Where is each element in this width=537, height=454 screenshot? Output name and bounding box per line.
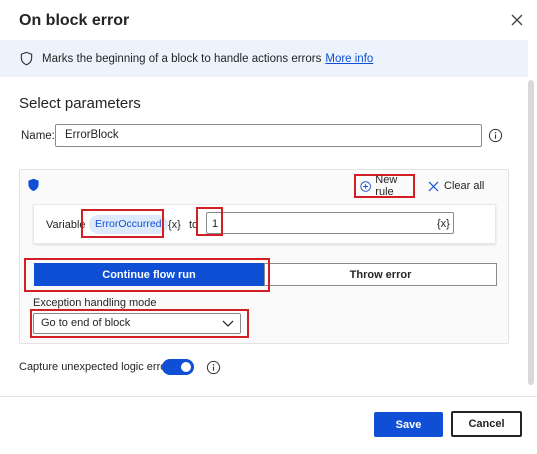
new-rule-label: New rule (375, 174, 398, 198)
info-icon[interactable] (206, 360, 221, 375)
scrollbar[interactable] (528, 80, 534, 385)
clear-all-button[interactable]: Clear all (428, 180, 484, 192)
to-value-highlight (196, 207, 223, 236)
exception-handling-label: Exception handling mode (33, 297, 157, 309)
shield-icon (20, 51, 33, 66)
variable-x-button[interactable]: {x} (168, 219, 181, 231)
name-input[interactable]: ErrorBlock (55, 124, 482, 147)
continue-highlight (24, 258, 270, 292)
toggle-knob (181, 362, 191, 372)
section-title: Select parameters (19, 95, 141, 112)
shield-icon (28, 178, 39, 192)
on-block-error-dialog: On block error Marks the beginning of a … (0, 0, 537, 454)
info-text: Marks the beginning of a block to handle… (42, 52, 322, 65)
info-bar: Marks the beginning of a block to handle… (0, 40, 528, 77)
capture-errors-toggle[interactable] (162, 359, 194, 375)
variable-highlight (81, 209, 164, 238)
close-icon (428, 181, 439, 191)
dropdown-highlight (30, 309, 249, 338)
more-info-link[interactable]: More info (325, 53, 373, 65)
capture-errors-label: Capture unexpected logic errors (19, 361, 176, 373)
add-circle-icon (360, 180, 371, 192)
to-x-button[interactable]: {x} (437, 218, 450, 230)
cancel-button[interactable]: Cancel (451, 411, 522, 437)
throw-error-button[interactable]: Throw error (264, 263, 497, 286)
save-button[interactable]: Save (374, 412, 443, 437)
variable-label: Variable (46, 219, 86, 231)
name-label: Name: (21, 130, 55, 142)
dialog-title: On block error (19, 12, 130, 29)
to-value-input[interactable] (206, 212, 454, 234)
info-icon[interactable] (488, 128, 503, 143)
close-icon[interactable] (508, 11, 526, 29)
footer-divider (0, 396, 537, 397)
clear-all-label: Clear all (444, 180, 485, 192)
new-rule-button[interactable]: New rule (354, 174, 415, 198)
